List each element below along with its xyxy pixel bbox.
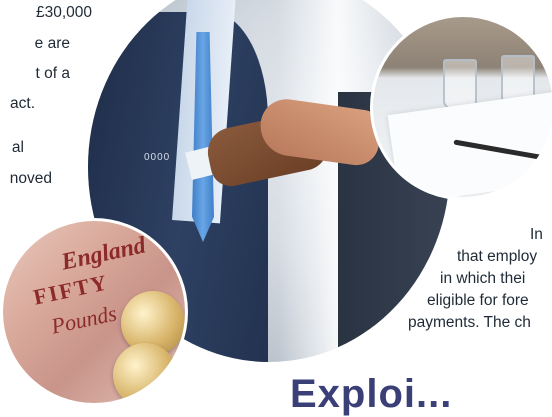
coin [113,343,177,403]
right-text-line: that employ [457,248,538,265]
right-text-line: in which thei [440,270,526,287]
section-heading: Exploi... [290,372,453,416]
banknote-pounds: Pounds [49,300,119,339]
right-paragraph: In that employ in which thei eligible fo… [0,0,552,331]
right-text-line: payments. The ch [408,314,531,331]
right-text-line: eligible for fore [427,292,529,309]
right-text-line: In [530,226,543,243]
